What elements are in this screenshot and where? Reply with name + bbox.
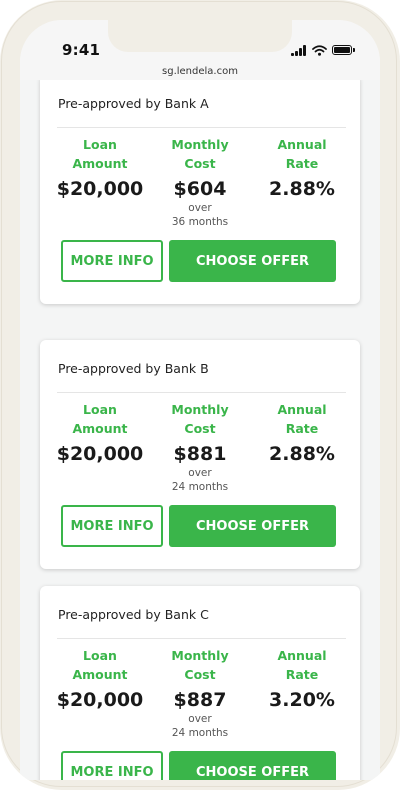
choose-offer-button[interactable]: CHOOSE OFFER — [169, 505, 336, 547]
divider — [57, 392, 346, 393]
status-time: 9:41 — [62, 41, 101, 59]
monthly-cost-column: Monthly Cost $881 over 24 months — [150, 400, 250, 494]
loan-amount-label-line1: Loan — [83, 648, 117, 663]
annual-rate-value: 2.88% — [269, 443, 335, 465]
annual-rate-label-line1: Annual — [277, 402, 327, 417]
battery-icon — [332, 45, 355, 55]
annual-rate-label-line2: Rate — [285, 667, 319, 682]
offers-list[interactable]: Pre-approved by Bank A Loan Amount $20,0… — [20, 80, 380, 780]
loan-amount-label-line2: Amount — [72, 667, 128, 682]
monthly-cost-value: $881 — [173, 443, 227, 465]
offer-card-bank-c: Pre-approved by Bank C Loan Amount $20,0… — [40, 586, 360, 780]
annual-rate-column: Annual Rate 2.88% — [252, 400, 352, 466]
monthly-cost-column: Monthly Cost $604 over 36 months — [150, 135, 250, 229]
annual-rate-column: Annual Rate 3.20% — [252, 646, 352, 712]
offer-card-bank-a: Pre-approved by Bank A Loan Amount $20,0… — [40, 80, 360, 304]
monthly-cost-label-line1: Monthly — [171, 648, 229, 663]
phone-frame: 9:41 sg.lendela.com Pre-approved by Bank… — [0, 0, 400, 790]
annual-rate-label-line2: Rate — [285, 421, 319, 436]
loan-amount-value: $20,000 — [56, 178, 144, 200]
choose-offer-button[interactable]: CHOOSE OFFER — [169, 240, 336, 282]
annual-rate-value: 3.20% — [269, 689, 335, 711]
status-bar: 9:41 sg.lendela.com — [20, 20, 380, 80]
term-months: 36 months — [171, 216, 229, 228]
term-months: 24 months — [171, 481, 229, 493]
address-bar-url[interactable]: sg.lendela.com — [20, 66, 380, 77]
offer-title: Pre-approved by Bank B — [58, 361, 209, 376]
loan-amount-column: Loan Amount $20,000 — [50, 400, 150, 466]
more-info-button[interactable]: MORE INFO — [61, 751, 163, 780]
term-over: over — [188, 713, 212, 725]
loan-amount-column: Loan Amount $20,000 — [50, 646, 150, 712]
annual-rate-value: 2.88% — [269, 178, 335, 200]
divider — [57, 127, 346, 128]
monthly-cost-label-line2: Cost — [184, 156, 216, 171]
notch — [108, 20, 292, 52]
choose-offer-button[interactable]: CHOOSE OFFER — [169, 751, 336, 780]
annual-rate-label-line2: Rate — [285, 156, 319, 171]
loan-amount-column: Loan Amount $20,000 — [50, 135, 150, 201]
signal-icon — [291, 44, 307, 56]
loan-amount-label-line1: Loan — [83, 402, 117, 417]
monthly-cost-label-line1: Monthly — [171, 137, 229, 152]
term-over: over — [188, 202, 212, 214]
more-info-button[interactable]: MORE INFO — [61, 505, 163, 547]
loan-amount-value: $20,000 — [56, 689, 144, 711]
more-info-button[interactable]: MORE INFO — [61, 240, 163, 282]
status-icons — [291, 44, 355, 56]
offer-card-bank-b: Pre-approved by Bank B Loan Amount $20,0… — [40, 340, 360, 569]
monthly-cost-label-line2: Cost — [184, 421, 216, 436]
monthly-cost-column: Monthly Cost $887 over 24 months — [150, 646, 250, 740]
monthly-cost-label-line2: Cost — [184, 667, 216, 682]
divider — [57, 638, 346, 639]
annual-rate-label-line1: Annual — [277, 648, 327, 663]
loan-amount-label-line2: Amount — [72, 156, 128, 171]
term-months: 24 months — [171, 727, 229, 739]
term-over: over — [188, 467, 212, 479]
loan-amount-value: $20,000 — [56, 443, 144, 465]
loan-amount-label-line2: Amount — [72, 421, 128, 436]
monthly-cost-value: $887 — [173, 689, 227, 711]
offer-title: Pre-approved by Bank C — [58, 607, 209, 622]
offer-title: Pre-approved by Bank A — [58, 96, 209, 111]
monthly-cost-value: $604 — [173, 178, 227, 200]
loan-amount-label-line1: Loan — [83, 137, 117, 152]
annual-rate-label-line1: Annual — [277, 137, 327, 152]
monthly-cost-label-line1: Monthly — [171, 402, 229, 417]
annual-rate-column: Annual Rate 2.88% — [252, 135, 352, 201]
wifi-icon — [312, 44, 327, 56]
phone-screen: 9:41 sg.lendela.com Pre-approved by Bank… — [20, 20, 380, 780]
